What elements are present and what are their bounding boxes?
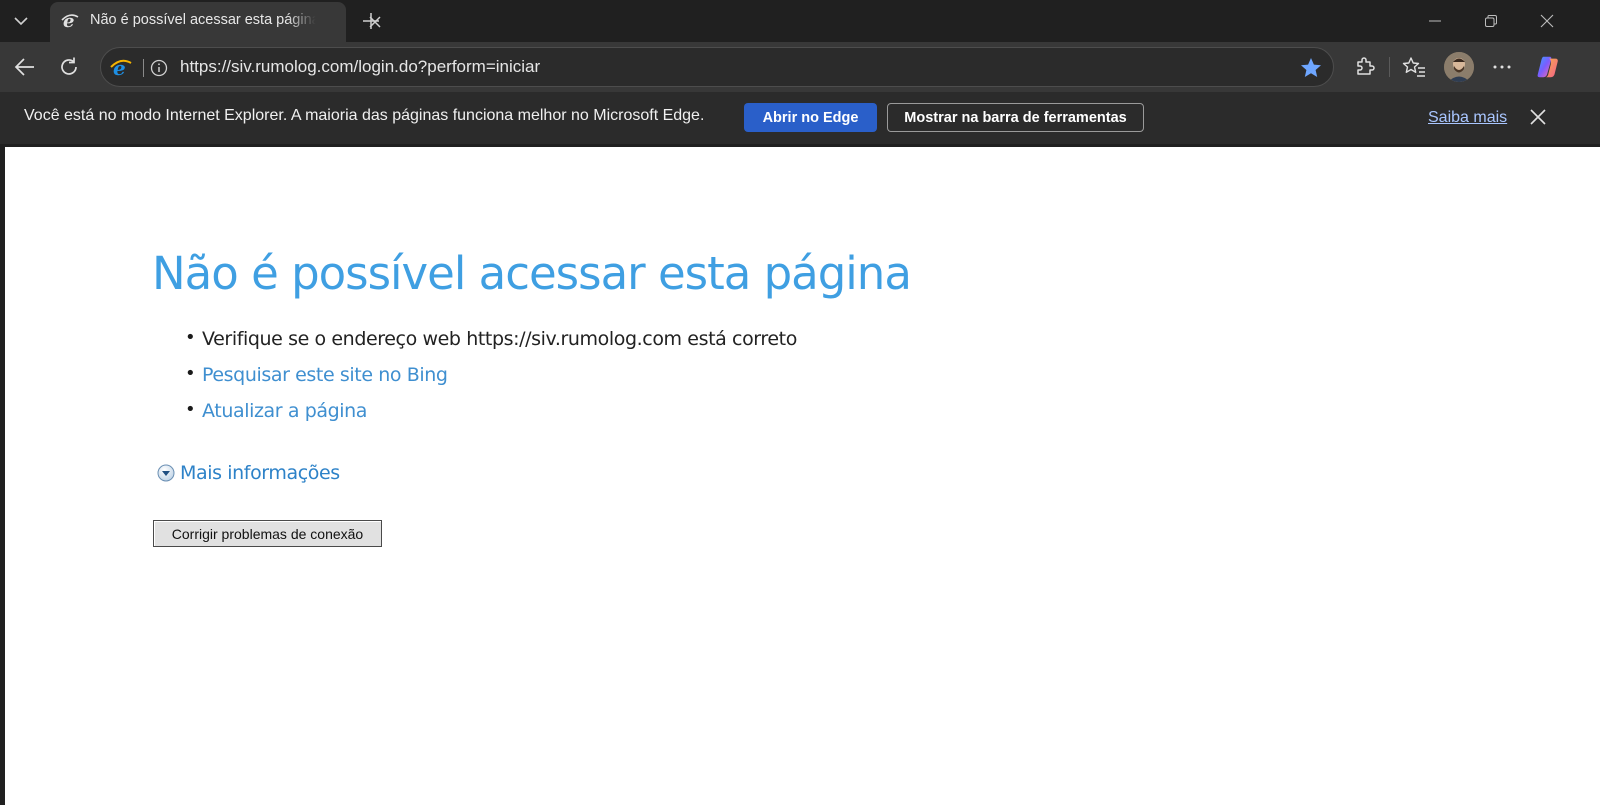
suggestion-text: Verifique se o endereço web https://siv.… <box>202 328 797 350</box>
tab-actions-chevron-icon[interactable] <box>4 6 38 36</box>
tab-title: Não é possível acessar esta página <box>90 12 320 28</box>
url-text[interactable]: https://siv.rumolog.com/login.do?perform… <box>180 57 540 77</box>
close-window-icon[interactable] <box>1530 6 1564 36</box>
show-in-toolbar-button[interactable]: Mostrar na barra de ferramentas <box>887 103 1144 132</box>
refresh-page-link[interactable]: Atualizar a página <box>202 400 367 422</box>
site-info-icon[interactable] <box>150 59 168 77</box>
new-tab-plus-icon[interactable] <box>356 6 386 36</box>
infobar-message: Você está no modo Internet Explorer. A m… <box>24 107 705 124</box>
active-tab[interactable]: e Não é possível acessar esta página <box>50 2 381 42</box>
search-bing-link[interactable]: Pesquisar este site no Bing <box>202 364 448 386</box>
extensions-puzzle-icon[interactable] <box>1351 54 1377 80</box>
tab-strip: e Não é possível acessar esta página <box>0 0 1600 42</box>
refresh-icon[interactable] <box>54 52 84 82</box>
open-in-edge-button[interactable]: Abrir no Edge <box>744 103 877 132</box>
profile-avatar[interactable] <box>1444 52 1474 82</box>
browser-toolbar: e https://siv.rumolog.com/login.do?perfo… <box>0 42 1600 92</box>
learn-more-link[interactable]: Saiba mais <box>1428 109 1507 127</box>
more-info-toggle[interactable]: Mais informações <box>157 462 340 484</box>
close-infobar-icon[interactable] <box>1527 106 1549 128</box>
toolbar-separator <box>1389 57 1390 77</box>
ie-mode-infobar: Você está no modo Internet Explorer. A m… <box>0 92 1600 144</box>
page-content: Não é possível acessar esta página • Ver… <box>5 147 1600 805</box>
address-bar[interactable]: e https://siv.rumolog.com/login.do?perfo… <box>100 47 1334 87</box>
copilot-icon[interactable] <box>1535 54 1561 80</box>
ie-mode-icon[interactable]: e <box>110 57 132 79</box>
fix-connection-button[interactable]: Corrigir problemas de conexão <box>153 520 382 547</box>
restore-icon[interactable] <box>1474 6 1508 36</box>
back-arrow-icon[interactable] <box>10 52 40 82</box>
more-info-label[interactable]: Mais informações <box>180 462 340 484</box>
favorites-list-icon[interactable] <box>1401 54 1427 80</box>
expand-circle-icon[interactable] <box>157 464 175 482</box>
ie-icon: e <box>61 11 79 31</box>
minimize-icon[interactable] <box>1418 6 1452 36</box>
address-separator <box>143 59 144 77</box>
error-title: Não é possível acessar esta página <box>152 247 912 300</box>
svg-text:e: e <box>63 11 74 31</box>
more-options-icon[interactable] <box>1489 54 1515 80</box>
favorite-star-icon[interactable] <box>1299 56 1323 80</box>
